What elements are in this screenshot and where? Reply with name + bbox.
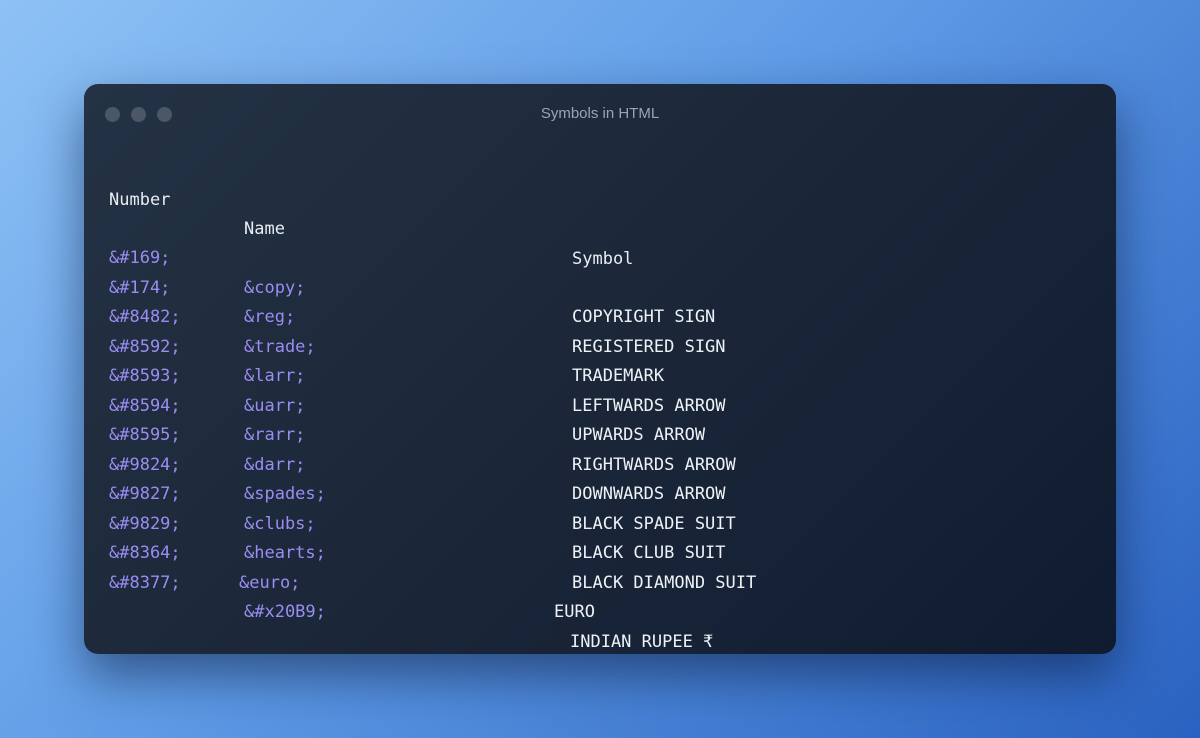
table-row: &#8595; &darr; DOWNWARDS ARROW xyxy=(109,392,1089,504)
table-row: &#9827; &clubs; BLACK CLUB SUIT xyxy=(109,451,1089,563)
entity-name: &euro; xyxy=(239,572,301,593)
symbols-table: Number Name Symbol &#169; &copy; COPYRIG… xyxy=(109,156,1089,652)
table-header-row: Number Name Symbol xyxy=(109,156,1089,269)
code-window: Symbols in HTML Number Name Symbol &#169… xyxy=(84,84,1116,654)
symbol-description: EURO xyxy=(554,602,595,622)
table-row: &#8594; &rarr; RIGHTWARDS ARROW xyxy=(109,362,1089,475)
table-row: &#8592; &larr; LEFTWARDS ARROW xyxy=(109,303,1089,416)
title-bar: Symbols in HTML xyxy=(84,84,1116,144)
header-number: Number xyxy=(109,189,171,210)
table-row: &#8364; &euro; EURO xyxy=(109,510,1089,622)
table-row: &#8593; &uarr; UPWARDS ARROW xyxy=(109,333,1089,445)
table-row: &#169; &copy; COPYRIGHT SIGN xyxy=(109,215,1089,327)
table-row: &#9824; &spades; BLACK SPADE SUIT xyxy=(109,421,1089,534)
symbol-description: INDIAN RUPEE ₹ xyxy=(570,631,714,652)
table-row: &#8482; &trade; TRADEMARK xyxy=(109,274,1089,386)
entity-name: &#x20B9; xyxy=(244,602,326,622)
entity-number: &#8377; xyxy=(109,572,181,593)
symbol-description: BLACK DIAMOND SUIT xyxy=(572,572,757,593)
window-title: Symbols in HTML xyxy=(540,105,660,122)
table-row: &#174; &reg; REGISTERED SIGN xyxy=(109,244,1089,357)
table-row: &#9829; &hearts; BLACK DIAMOND SUIT xyxy=(109,480,1089,593)
table-row: &#8377; &#x20B9; INDIAN RUPEE ₹ xyxy=(109,539,1089,652)
